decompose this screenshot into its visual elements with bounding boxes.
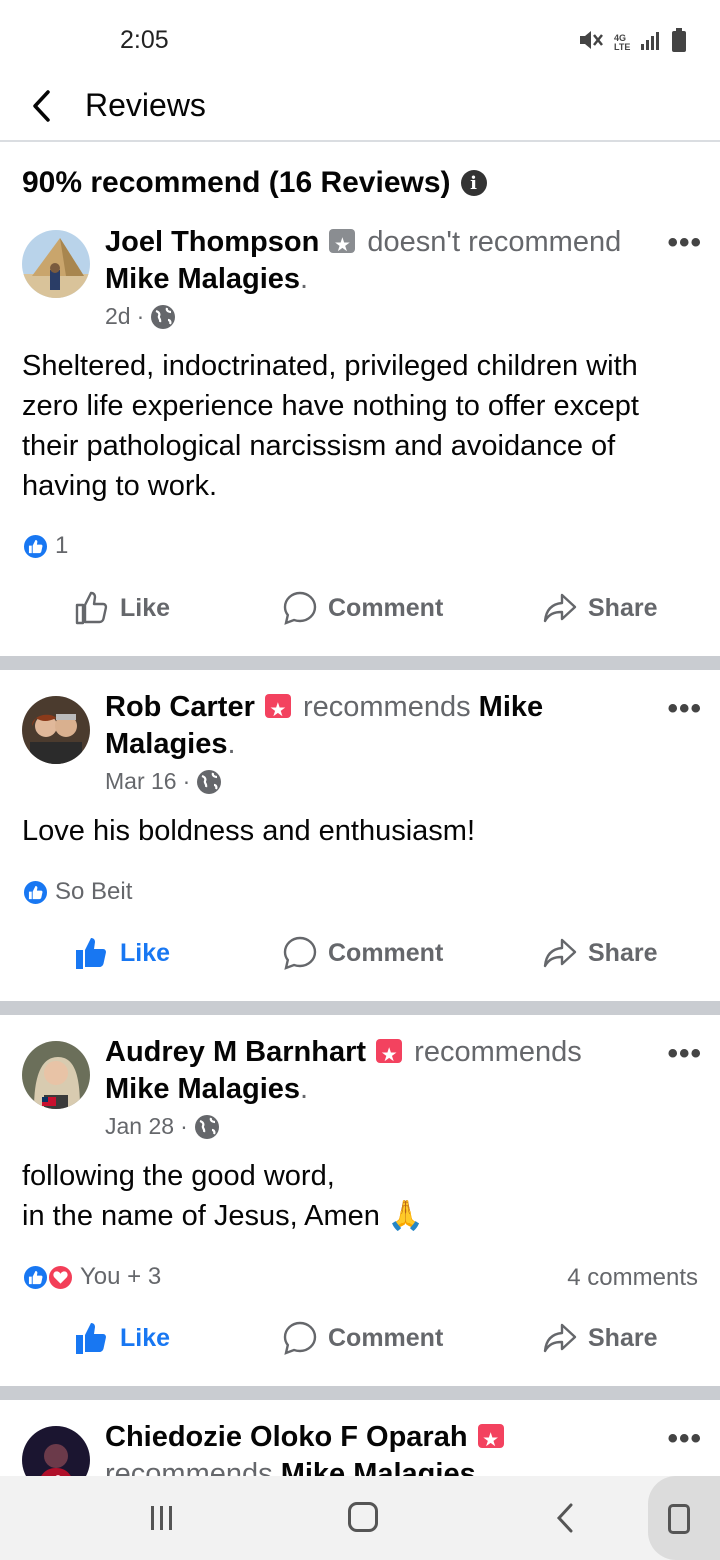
status-icons: 4G LTE [578, 28, 686, 57]
share-button[interactable]: Share [542, 935, 657, 971]
like-icon [75, 591, 108, 625]
recommend-icon [264, 692, 291, 729]
review-text: Love his boldness and enthusiasm! [22, 815, 476, 847]
comment-icon [283, 936, 317, 970]
more-options-icon[interactable]: ••• [667, 1422, 702, 1456]
recommend-icon [477, 1422, 504, 1459]
comments-count[interactable]: 4 comments [567, 1264, 698, 1292]
home-icon[interactable] [348, 1502, 378, 1532]
review-verb: recommends [302, 691, 471, 723]
like-reaction-icon [22, 532, 49, 560]
share-icon [543, 593, 577, 623]
not-recommend-icon [329, 227, 356, 264]
globe-icon [151, 304, 176, 329]
network-type-icon: 4G LTE [614, 32, 631, 52]
recommend-summary: 90% recommend (16 Reviews) i [22, 166, 487, 200]
page-name[interactable]: Mike Malagies [105, 1073, 300, 1105]
signal-icon [640, 29, 662, 56]
like-button[interactable]: Like [74, 935, 170, 971]
review-verb: doesn't recommend [367, 226, 622, 258]
recommend-icon [376, 1037, 403, 1074]
share-icon [543, 938, 577, 968]
review-text: following the good word, in the name of … [22, 1156, 690, 1236]
action-bar: Like Comment Share [0, 935, 720, 985]
share-icon [543, 1323, 577, 1353]
reviewer-name[interactable]: Chiedozie Oloko F Oparah [105, 1421, 468, 1453]
review-time[interactable]: 2d [105, 303, 131, 330]
review-meta: Jan 28 · [105, 1113, 220, 1140]
divider [0, 1001, 720, 1015]
review-verb: recommends [105, 1458, 273, 1476]
review-header: Audrey M Barnhart recommends Mike Malagi… [105, 1034, 640, 1108]
reaction-names: So Beit [55, 878, 133, 905]
like-button[interactable]: Like [74, 590, 170, 626]
system-nav-bar [0, 1476, 720, 1560]
reviewer-name[interactable]: Rob Carter [105, 691, 255, 723]
divider [0, 1386, 720, 1400]
like-button[interactable]: Like [74, 1320, 170, 1356]
action-bar: Like Comment Share [0, 590, 720, 640]
globe-icon [197, 769, 222, 794]
avatar[interactable] [22, 696, 90, 764]
review-header: Rob Carter recommends Mike Malagies. [105, 689, 640, 763]
reaction-summary[interactable]: You + 3 [22, 1263, 161, 1291]
avatar[interactable] [22, 1426, 90, 1476]
share-button[interactable]: Share [542, 590, 657, 626]
comment-button[interactable]: Comment [282, 1320, 443, 1356]
reviewer-name[interactable]: Audrey M Barnhart [105, 1036, 366, 1068]
review-time[interactable]: Mar 16 [105, 768, 177, 795]
review-time[interactable]: Jan 28 [105, 1113, 174, 1140]
page-name[interactable]: Mike Malagies [105, 263, 300, 295]
back-arrow-icon[interactable] [26, 86, 60, 126]
review-meta: 2d · [105, 303, 176, 330]
summary-text: 90% recommend (16 Reviews) [22, 166, 451, 199]
action-bar: Like Comment Share [0, 1320, 720, 1370]
reaction-summary[interactable]: 1 [22, 532, 68, 560]
share-button[interactable]: Share [542, 1320, 657, 1356]
comment-button[interactable]: Comment [282, 935, 443, 971]
more-options-icon[interactable]: ••• [667, 226, 702, 260]
review-header: Chiedozie Oloko F Oparah recommends Mike… [105, 1419, 640, 1476]
more-options-icon[interactable]: ••• [667, 1037, 702, 1071]
like-filled-icon [76, 938, 106, 969]
status-time: 2:05 [120, 26, 169, 54]
globe-icon [194, 1114, 219, 1139]
keyboard-toggle-button[interactable] [648, 1476, 720, 1560]
reviewer-name[interactable]: Joel Thompson [105, 226, 319, 258]
reaction-names: You + 3 [80, 1263, 162, 1290]
status-bar: 2:05 4G LTE [0, 0, 720, 84]
comment-icon [283, 591, 317, 625]
reaction-count: 1 [55, 532, 69, 559]
review-text-line: following the good word, [22, 1160, 335, 1192]
review-verb: recommends [414, 1036, 582, 1068]
comment-icon [283, 1321, 317, 1355]
phone-icon [668, 1504, 690, 1534]
like-reaction-icon [22, 878, 49, 906]
review-meta: Mar 16 · [105, 768, 222, 795]
page-title: Reviews [85, 87, 206, 123]
mute-icon [578, 28, 604, 57]
battery-icon [672, 28, 686, 57]
page-name[interactable]: Mike Malagies [281, 1458, 476, 1476]
avatar[interactable] [22, 1041, 90, 1109]
info-icon[interactable]: i [460, 170, 487, 196]
system-back-icon[interactable] [554, 1502, 576, 1534]
app-header: Reviews [0, 84, 720, 142]
recent-apps-icon[interactable] [148, 1504, 176, 1532]
comment-button[interactable]: Comment [282, 590, 443, 626]
like-reaction-icon [22, 1263, 49, 1291]
review-card: Chiedozie Oloko F Oparah recommends Mike… [0, 1400, 720, 1476]
review-text-line: in the name of Jesus, Amen 🙏 [22, 1200, 425, 1232]
avatar[interactable] [22, 230, 90, 298]
like-filled-icon [76, 1323, 106, 1354]
review-header: Joel Thompson doesn't recommend Mike Mal… [105, 224, 640, 298]
review-text: Sheltered, indoctrinated, privileged chi… [22, 350, 639, 502]
more-options-icon[interactable]: ••• [667, 692, 702, 726]
divider [0, 656, 720, 670]
love-reaction-icon [47, 1263, 74, 1291]
reaction-summary[interactable]: So Beit [22, 878, 132, 906]
